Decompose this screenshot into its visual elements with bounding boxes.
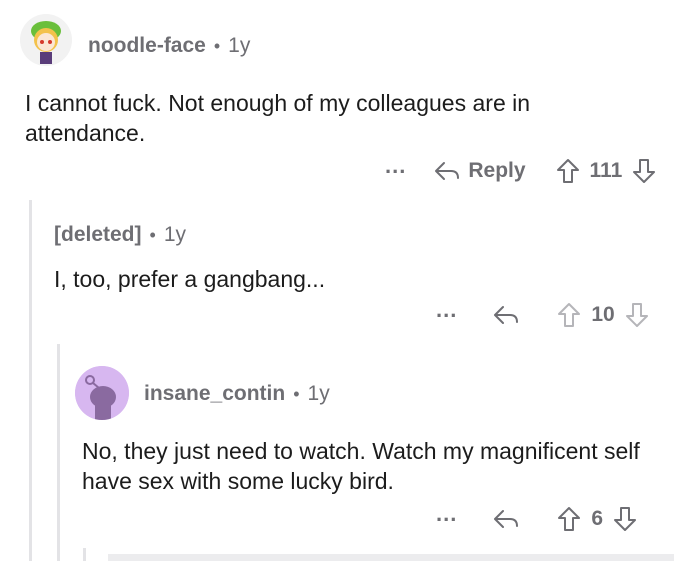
more-options-button[interactable]: ... — [385, 155, 406, 177]
upvote-icon[interactable] — [557, 506, 581, 532]
comment-meta: insane_contin • 1y — [144, 382, 330, 406]
username[interactable]: noodle-face — [88, 34, 206, 58]
reply-button[interactable] — [493, 508, 519, 530]
avatar[interactable] — [75, 366, 129, 420]
downvote-icon[interactable] — [632, 158, 656, 184]
downvote-icon[interactable] — [625, 302, 649, 328]
upvote-icon[interactable] — [556, 158, 580, 184]
comment-body: I cannot fuck. Not enough of my colleagu… — [25, 90, 531, 146]
reply-arrow-icon — [435, 162, 460, 180]
comment-body: I, too, prefer a gangbang... — [54, 266, 326, 292]
separator-dot: • — [213, 35, 221, 56]
separator-dot: • — [149, 224, 156, 245]
username: [deleted] — [54, 223, 142, 246]
comment-actions: ... 10 — [436, 299, 649, 328]
comment-body: No, they just need to watch. Watch my ma… — [82, 438, 640, 494]
comment-meta: noodle-face • 1y — [88, 34, 250, 58]
vote-count: 6 — [591, 507, 604, 530]
vote-count: 10 — [591, 303, 615, 326]
thread-line[interactable] — [29, 200, 32, 561]
comment-actions: ... 6 — [436, 503, 637, 532]
separator-dot: • — [293, 383, 300, 404]
upvote-icon[interactable] — [557, 302, 581, 328]
comment-actions: ... Reply 111 — [385, 155, 657, 184]
downvote-icon[interactable] — [613, 506, 637, 532]
comment-meta: [deleted] • 1y — [54, 223, 186, 247]
vote-count: 111 — [589, 159, 623, 182]
comment-age: 1y — [228, 34, 251, 57]
snoo-avatar-icon — [75, 366, 129, 420]
reply-button[interactable] — [493, 304, 519, 326]
avatar[interactable] — [20, 14, 72, 66]
more-options-button[interactable]: ... — [436, 299, 457, 321]
next-comment-divider — [108, 554, 674, 561]
username[interactable]: insane_contin — [144, 382, 285, 406]
vote-control: 111 — [556, 158, 657, 184]
reply-button[interactable]: Reply — [434, 159, 526, 183]
more-options-button[interactable]: ... — [436, 503, 457, 525]
thread-line[interactable] — [57, 344, 60, 561]
reply-arrow-icon — [494, 306, 519, 324]
anime-avatar-icon — [20, 14, 72, 66]
vote-control: 10 — [557, 302, 648, 328]
thread-line[interactable] — [83, 548, 86, 561]
vote-control: 6 — [557, 506, 637, 532]
comment-age: 1y — [163, 223, 187, 246]
reply-label: Reply — [468, 159, 526, 182]
reply-arrow-icon — [494, 510, 519, 528]
comment-age: 1y — [307, 382, 330, 405]
